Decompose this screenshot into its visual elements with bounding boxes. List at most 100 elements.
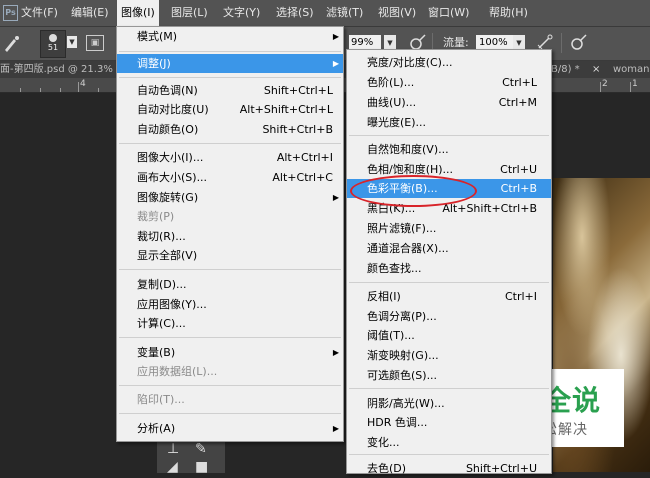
menu-item-selective-color[interactable]: 可选颜色(S)...: [347, 366, 551, 385]
menu-item-auto-contrast[interactable]: 自动对比度(U) Alt+Shift+Ctrl+L: [117, 100, 343, 119]
menu-edit[interactable]: 编辑(E): [67, 0, 113, 26]
menu-item-label: 调整(J): [137, 57, 171, 70]
menu-separator: [119, 385, 341, 386]
menu-item-label: 自然饱和度(V)...: [367, 143, 449, 156]
menu-item-image-rotation[interactable]: 图像旋转(G) ▶: [117, 188, 343, 207]
menu-item-color-lookup[interactable]: 颜色查找...: [347, 259, 551, 278]
menu-item-gradient-map[interactable]: 渐变映射(G)...: [347, 346, 551, 365]
menu-item-posterize[interactable]: 色调分离(P)...: [347, 307, 551, 326]
menu-file[interactable]: 文件(F): [17, 0, 62, 26]
menu-item-desaturate[interactable]: 去色(D) Shift+Ctrl+U: [347, 459, 551, 478]
menu-item-photo-filter[interactable]: 照片滤镜(F)...: [347, 219, 551, 238]
menu-item-label: 显示全部(V): [137, 249, 198, 262]
menu-item-label: 色调分离(P)...: [367, 310, 437, 323]
stamp-tool-icon[interactable]: ⊥: [167, 441, 179, 457]
menu-item-label: 计算(C)...: [137, 317, 186, 330]
menu-item-hdr-toning[interactable]: HDR 色调...: [347, 413, 551, 432]
menu-item-exposure[interactable]: 曝光度(E)...: [347, 113, 551, 132]
ruler-tick: [78, 82, 79, 92]
menu-item-label: 裁剪(P): [137, 210, 175, 223]
menu-item-mode[interactable]: 模式(M) ▶: [117, 27, 343, 46]
menu-item-label: 自动对比度(U): [137, 103, 209, 116]
history-brush-icon[interactable]: ✎: [195, 441, 207, 457]
menu-item-trap: 陷印(T)...: [117, 390, 343, 409]
menu-item-shortcut: Ctrl+B: [500, 182, 537, 195]
menu-item-vibrance[interactable]: 自然饱和度(V)...: [347, 140, 551, 159]
size-pressure-icon[interactable]: [570, 33, 588, 53]
menu-item-variables[interactable]: 变量(B) ▶: [117, 343, 343, 362]
brush-panel-icon[interactable]: ▣: [86, 35, 104, 51]
menu-type[interactable]: 文字(Y): [219, 0, 264, 26]
menu-image[interactable]: 图像(I): [117, 0, 159, 26]
menu-item-curves[interactable]: 曲线(U)... Ctrl+M: [347, 93, 551, 112]
menu-item-label: 裁切(R)...: [137, 230, 186, 243]
ruler-tick: [98, 88, 99, 92]
menu-item-apply-image[interactable]: 应用图像(Y)...: [117, 295, 343, 314]
menu-item-label: 曲线(U)...: [367, 96, 417, 109]
menu-item-calculations[interactable]: 计算(C)...: [117, 314, 343, 333]
brush-tool-icon[interactable]: [2, 33, 22, 53]
menu-item-shortcut: Ctrl+M: [498, 96, 537, 109]
close-icon[interactable]: ×: [592, 61, 600, 78]
menu-item-label: 应用数据组(L)...: [137, 365, 218, 378]
tab-document-3[interactable]: woman: [613, 61, 650, 78]
menu-select[interactable]: 选择(S): [272, 0, 318, 26]
menu-separator: [119, 269, 341, 270]
menu-separator: [349, 454, 549, 455]
menu-item-hue-saturation[interactable]: 色相/饱和度(H)... Ctrl+U: [347, 160, 551, 179]
menu-item-shadows-highlights[interactable]: 阴影/高光(W)...: [347, 394, 551, 413]
brush-size-picker[interactable]: 51: [40, 30, 66, 58]
menu-item-image-size[interactable]: 图像大小(I)... Alt+Ctrl+I: [117, 148, 343, 167]
menu-separator: [119, 51, 341, 52]
menu-layer[interactable]: 图层(L): [167, 0, 212, 26]
menu-item-label: 图像大小(I)...: [137, 151, 204, 164]
menu-item-label: 去色(D): [367, 462, 407, 475]
menu-item-trim[interactable]: 裁切(R)...: [117, 227, 343, 246]
adjustments-submenu: 亮度/对比度(C)... 色阶(L)... Ctrl+L 曲线(U)... Ct…: [346, 49, 552, 475]
menu-item-label: 复制(D)...: [137, 278, 187, 291]
menu-item-shortcut: Ctrl+L: [502, 76, 537, 89]
gradient-tool-icon[interactable]: ■: [195, 459, 208, 475]
menu-item-duplicate[interactable]: 复制(D)...: [117, 275, 343, 294]
ruler-label: 1: [632, 79, 638, 89]
menu-item-label: 模式(M): [137, 30, 178, 43]
menu-item-auto-color[interactable]: 自动颜色(O) Shift+Ctrl+B: [117, 120, 343, 139]
menu-item-shortcut: Shift+Ctrl+U: [465, 462, 537, 475]
menu-bar: Ps 文件(F) 编辑(E) 图像(I) 图层(L) 文字(Y) 选择(S) 滤…: [0, 0, 650, 27]
menu-item-analysis[interactable]: 分析(A) ▶: [117, 419, 343, 438]
menu-window[interactable]: 窗口(W): [424, 0, 473, 26]
ruler-label: 2: [602, 79, 608, 89]
eraser-tool-icon[interactable]: ◢: [167, 459, 178, 475]
menu-item-channel-mixer[interactable]: 通道混合器(X)...: [347, 239, 551, 258]
menu-item-auto-tone[interactable]: 自动色调(N) Shift+Ctrl+L: [117, 81, 343, 100]
menu-item-levels[interactable]: 色阶(L)... Ctrl+L: [347, 73, 551, 92]
ruler-tick: [630, 82, 631, 92]
menu-item-canvas-size[interactable]: 画布大小(S)... Alt+Ctrl+C: [117, 168, 343, 187]
menu-help[interactable]: 帮助(H): [485, 0, 532, 26]
menu-item-variations[interactable]: 变化...: [347, 433, 551, 452]
image-menu-dropdown: 模式(M) ▶ 调整(J) ▶ 自动色调(N) Shift+Ctrl+L 自动对…: [116, 26, 344, 442]
menu-filter[interactable]: 滤镜(T): [322, 0, 367, 26]
ruler-tick: [20, 88, 21, 92]
menu-item-invert[interactable]: 反相(I) Ctrl+I: [347, 287, 551, 306]
menu-item-label: 画布大小(S)...: [137, 171, 208, 184]
menu-item-brightness-contrast[interactable]: 亮度/对比度(C)...: [347, 53, 551, 72]
tab-document-1[interactable]: 面-第四版.psd @ 21.3%: [0, 61, 114, 78]
menu-item-shortcut: Shift+Ctrl+B: [262, 123, 333, 136]
brush-dropdown-arrow-icon[interactable]: ▼: [67, 36, 77, 48]
menu-separator: [349, 388, 549, 389]
menu-item-shortcut: Alt+Ctrl+I: [276, 151, 333, 164]
menu-item-adjustments[interactable]: 调整(J) ▶: [117, 54, 343, 73]
ruler-label: 4: [80, 79, 86, 89]
menu-separator: [119, 77, 341, 78]
menu-item-label: 阴影/高光(W)...: [367, 397, 445, 410]
menu-item-label: 通道混合器(X)...: [367, 242, 449, 255]
menu-item-label: 分析(A): [137, 422, 176, 435]
tab-document-2[interactable]: B/8) *: [551, 61, 580, 78]
menu-item-reveal-all[interactable]: 显示全部(V): [117, 246, 343, 265]
menu-view[interactable]: 视图(V): [374, 0, 420, 26]
menu-item-shortcut: Ctrl+U: [500, 163, 537, 176]
ps-logo-icon[interactable]: Ps: [3, 5, 18, 21]
menu-item-threshold[interactable]: 阈值(T)...: [347, 326, 551, 345]
menu-item-apply-data-set: 应用数据组(L)...: [117, 362, 343, 381]
